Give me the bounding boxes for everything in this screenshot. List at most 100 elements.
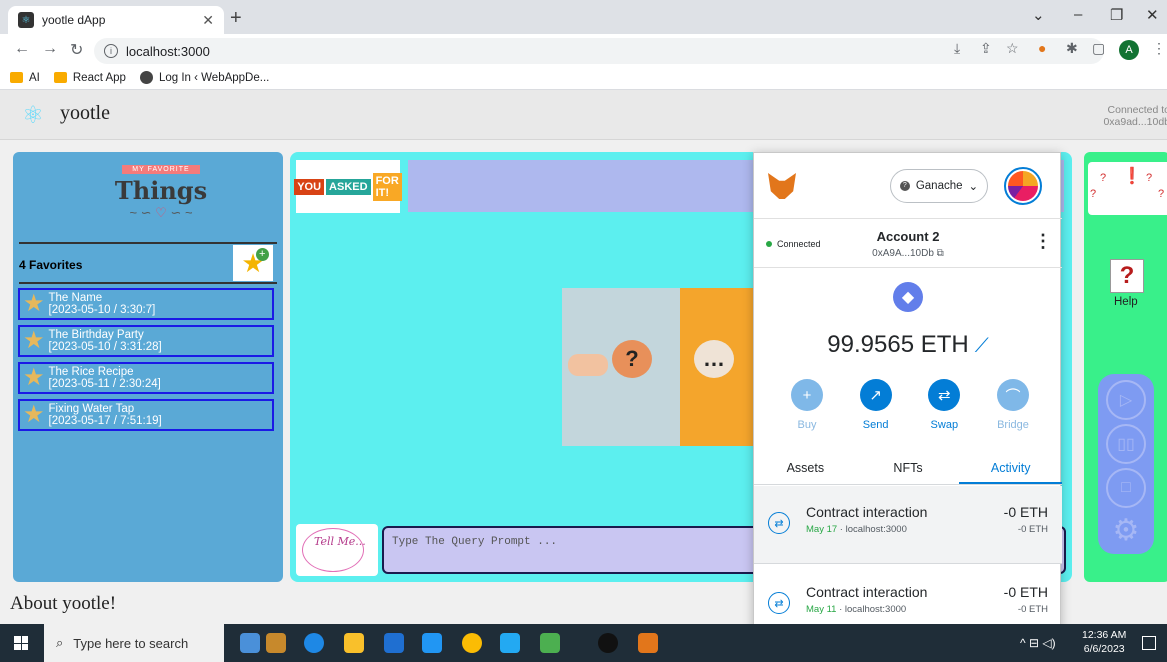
globe-icon — [139, 71, 153, 84]
stop-icon[interactable]: □ — [1106, 468, 1146, 508]
new-tab-icon[interactable]: + — [230, 8, 242, 28]
network-selector[interactable]: ? Ganache ⌄ — [890, 169, 988, 203]
buy-button[interactable]: + Buy — [782, 379, 832, 431]
app-icon[interactable] — [266, 633, 286, 653]
windows-start-icon[interactable] — [14, 636, 28, 650]
tab-title: yootle dApp — [42, 13, 106, 27]
folder-icon — [53, 72, 67, 83]
clock[interactable]: 12:36 AM 6/6/2023 — [1082, 628, 1126, 656]
taskbar-search[interactable]: ⌕ Type here to search — [44, 624, 224, 662]
favorite-date: [2023-05-17 / 7:51:19] — [48, 415, 162, 427]
star-icon: ★ — [23, 290, 45, 317]
address-bar[interactable]: i localhost:3000 — [94, 38, 1104, 64]
forward-icon[interactable]: → — [42, 40, 58, 58]
chrome-icon[interactable] — [462, 633, 482, 653]
playback-controls: ▷ ▯▯ □ ⚙ — [1098, 374, 1154, 554]
logo-word: ASKED — [326, 178, 371, 195]
store-icon[interactable] — [384, 633, 404, 653]
favorites-list: ★ The Name [2023-05-10 / 3:30:7] ★ The Bi… — [18, 288, 274, 436]
star-icon: ★ — [23, 364, 45, 391]
metamask-extension-icon[interactable]: ● — [1038, 40, 1046, 56]
ribbon-text: MY FAVORITE — [122, 165, 200, 174]
extensions-puzzle-icon[interactable]: ✱ — [1066, 40, 1078, 57]
favorite-item[interactable]: ★ The Name [2023-05-10 / 3:30:7] — [18, 288, 274, 320]
bookmark-login[interactable]: Log In ‹ WebAppDe... — [139, 71, 270, 84]
favorite-item[interactable]: ★ The Birthday Party [2023-05-10 / 3:31:2… — [18, 325, 274, 357]
site-info-icon[interactable]: i — [104, 44, 118, 58]
connected-account: Connected to 0xa9ad...10db — [1103, 104, 1167, 128]
react-favicon-icon: ⚛ — [18, 12, 34, 28]
contract-interaction-icon: ⇄ — [768, 592, 790, 614]
bookmark-ai[interactable]: AI — [10, 72, 40, 84]
copy-icon[interactable]: ⧉ — [937, 248, 944, 259]
hand-icon — [568, 354, 608, 376]
right-panel: ? ❗ ? ? ? ? Help ▷ ▯▯ □ ⚙ — [1084, 152, 1167, 582]
transaction-row[interactable]: ⇄ Contract interaction May 17 · localhos… — [754, 486, 1062, 564]
portfolio-chart-icon[interactable]: ⟋ — [975, 335, 989, 357]
bookmark-react-app[interactable]: React App — [53, 72, 126, 84]
favorite-name: The Rice Recipe — [48, 366, 134, 378]
restore-icon[interactable]: ❐ — [1110, 6, 1123, 24]
profile-avatar[interactable]: A — [1119, 40, 1139, 60]
favorite-item[interactable]: ★ Fixing Water Tap [2023-05-17 / 7:51:19] — [18, 399, 274, 431]
bookmark-star-icon[interactable]: ☆ — [1006, 40, 1019, 57]
send-button[interactable]: ↗ Send — [851, 379, 901, 431]
browser-toolbar: ← → ↻ i localhost:3000 — [0, 34, 1167, 66]
favorites-header: 4 Favorites ★ + — [19, 242, 277, 284]
swap-button[interactable]: ⇄ Swap — [919, 379, 969, 431]
star-icon: ★ — [23, 401, 45, 428]
account-address[interactable]: 0xA9A...10Db ⧉ — [754, 248, 1062, 259]
vscode-icon[interactable] — [500, 633, 520, 653]
bridge-button[interactable]: ⌒ Bridge — [988, 379, 1038, 431]
account-options-icon[interactable]: ⋮ — [1034, 231, 1052, 252]
tab-assets[interactable]: Assets — [754, 451, 857, 484]
share-icon[interactable]: ⇪ — [980, 40, 992, 57]
arrow-up-right-icon: ↗ — [859, 379, 892, 411]
favorite-item[interactable]: ★ The Rice Recipe [2023-05-11 / 2:30:24] — [18, 362, 274, 394]
favorites-panel: MY FAVORITE Things ~ ∽ ♡ ∽ ~ 4 Favorites… — [13, 152, 283, 582]
action-label: Buy — [797, 419, 817, 431]
close-window-icon[interactable]: ✕ — [1146, 6, 1159, 24]
ellipsis-bubble-icon: … — [694, 340, 734, 378]
play-icon[interactable]: ▷ — [1106, 380, 1146, 420]
account-bar: Connected Account 2 0xA9A...10Db ⧉ ⋮ — [754, 218, 1062, 268]
side-panel-icon[interactable]: ▢ — [1092, 40, 1105, 57]
edge-icon[interactable] — [304, 633, 324, 653]
metamask-fox-icon — [768, 173, 796, 199]
app-icon[interactable] — [240, 633, 260, 653]
system-tray-icons[interactable]: ^ ⊟ ◁) — [1020, 636, 1056, 650]
account-avatar[interactable] — [1004, 167, 1042, 205]
tab-search-chevron-icon[interactable]: ⌄ — [1032, 6, 1045, 24]
chrome-menu-icon[interactable]: ⋮ — [1152, 40, 1166, 57]
add-favorite-button[interactable]: ★ + — [233, 245, 273, 281]
notepad-icon[interactable] — [540, 633, 560, 653]
notifications-icon[interactable] — [1142, 636, 1156, 650]
back-icon[interactable]: ← — [14, 40, 30, 58]
tab-nfts[interactable]: NFTs — [857, 451, 960, 484]
help-icon[interactable]: ? — [1110, 259, 1144, 293]
mail-icon[interactable] — [422, 633, 442, 653]
ganache-network-icon: ? — [899, 181, 910, 191]
app-icon[interactable] — [598, 633, 618, 653]
tx-meta: May 11 · localhost:3000 — [806, 604, 907, 615]
logo-word: YOU — [294, 178, 325, 195]
settings-gear-icon[interactable]: ⚙ — [1106, 510, 1146, 550]
ganache-icon[interactable] — [638, 633, 658, 653]
reload-icon[interactable]: ↻ — [70, 40, 83, 60]
star-icon: ★ — [23, 327, 45, 354]
tab-activity[interactable]: Activity — [959, 451, 1063, 484]
search-icon: ⌕ — [56, 635, 64, 650]
install-app-icon[interactable]: ⤓ — [954, 40, 960, 57]
bookmark-label: Log In ‹ WebAppDe... — [158, 71, 270, 84]
balance: 99.9565 ETH ⟋ — [754, 331, 1062, 359]
close-tab-icon[interactable]: ✕ — [202, 12, 214, 29]
star-add-icon: ★ + — [241, 248, 269, 276]
account-name: Account 2 — [876, 229, 940, 244]
tx-title: Contract interaction — [806, 584, 928, 600]
browser-tab[interactable]: ⚛ yootle dApp ✕ — [8, 6, 224, 34]
pause-icon[interactable]: ▯▯ — [1106, 424, 1146, 464]
browser-tab-strip: ⚛ yootle dApp ✕ + ⌄ – ❐ ✕ — [0, 0, 1167, 34]
minimize-icon[interactable]: – — [1074, 6, 1082, 23]
file-explorer-icon[interactable] — [344, 633, 364, 653]
react-logo-icon: ⚛ — [22, 102, 44, 129]
